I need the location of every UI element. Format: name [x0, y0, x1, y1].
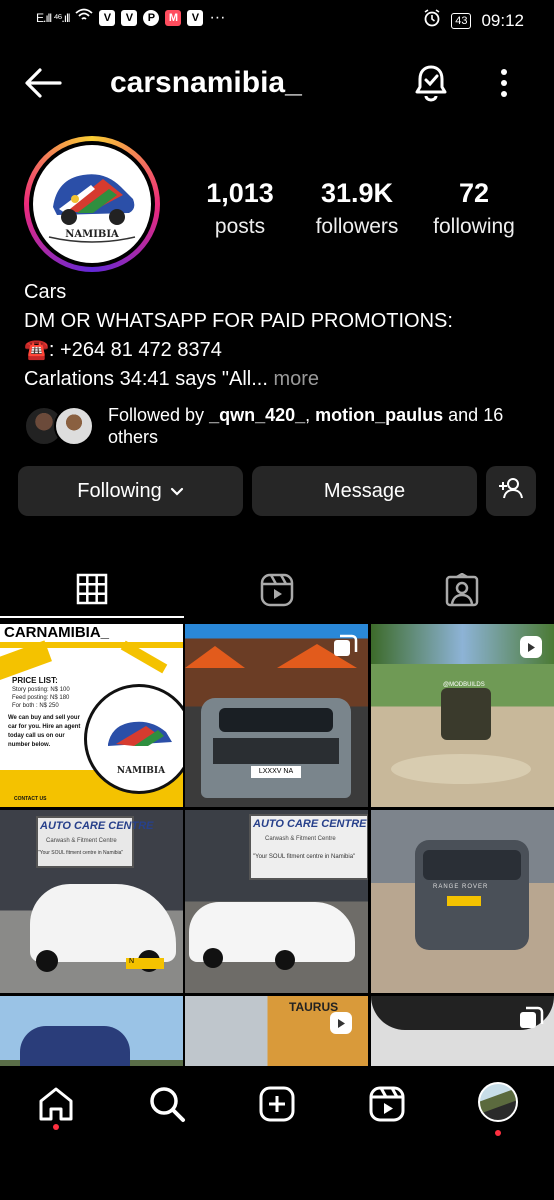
post-sign-tagline: "Your SOUL fitment centre in Namibia": [253, 854, 356, 860]
post-thumbnail[interactable]: LXXXV NA: [185, 624, 368, 807]
notification-bell-icon[interactable]: [412, 63, 450, 103]
home-icon[interactable]: [34, 1082, 78, 1126]
profile-notification-dot: [495, 1130, 501, 1136]
post-thumbnail[interactable]: @MODBUILDS: [371, 624, 554, 807]
battery-icon: 43: [451, 12, 472, 29]
profile-header: carsnamibia_: [0, 55, 554, 111]
following-label: following: [433, 215, 515, 238]
post-thumbnail[interactable]: [371, 996, 554, 1066]
profile-avatar[interactable]: [478, 1082, 518, 1122]
post-sign: AUTO CARE CENTRE: [40, 820, 154, 832]
follower-name: motion_paulus: [315, 405, 444, 425]
followed-by[interactable]: Followed by _qwn_420_, motion_paulus and…: [24, 402, 534, 450]
posts-stat[interactable]: 1,013 posts: [196, 178, 284, 239]
post-plate: N: [126, 958, 164, 969]
status-bar: E.ıll ⁴⁶.ıll V V P M V ··· 43 09:12: [0, 0, 554, 38]
post-thumbnail[interactable]: RANGE ROVER: [371, 810, 554, 993]
suggested-users-button[interactable]: [486, 466, 536, 516]
bio-line: Carlations 34:41 says "All...: [24, 368, 268, 390]
posts-grid: CARNAMIBIA_ NAMIBIA PRICE LIST: Story po…: [0, 624, 554, 1066]
post-flyer-price: For both : N$ 250: [12, 703, 59, 709]
grid-icon: [76, 573, 108, 610]
following-button-label: Following: [77, 479, 162, 502]
avatar-logo-text: NAMIBIA: [65, 229, 119, 240]
alarm-icon: [423, 9, 441, 32]
followed-by-text: Followed by _qwn_420_, motion_paulus and…: [108, 405, 504, 447]
posts-label: posts: [214, 215, 266, 238]
app-badge-icon: V: [99, 9, 116, 26]
following-button[interactable]: Following: [18, 466, 243, 516]
tab-reels[interactable]: [185, 566, 369, 618]
profile-tabs: [0, 566, 554, 618]
bio-category: Cars: [24, 281, 67, 303]
message-button[interactable]: Message: [252, 466, 477, 516]
post-sign: AUTO CARE CENTRE: [253, 818, 367, 830]
bottom-nav: [0, 1066, 554, 1200]
post-sign-sub: Carwash & Fitment Centre: [265, 836, 336, 842]
avatar-story-ring[interactable]: NAMIBIA: [24, 136, 160, 272]
tagged-person-icon: [445, 572, 479, 612]
post-flyer-body: We can buy and sell your car for you. Hi…: [8, 715, 81, 748]
post-thumbnail[interactable]: AUTO CARE CENTRE Carwash & Fitment Centr…: [0, 810, 183, 993]
post-thumbnail[interactable]: TAURUS: [185, 996, 368, 1066]
home-notification-dot: [53, 1124, 59, 1130]
back-arrow-icon[interactable]: [22, 65, 64, 101]
post-watermark: @MODBUILDS: [443, 682, 485, 688]
post-flyer-title: CARNAMIBIA_: [0, 624, 183, 642]
post-sign-tagline: "Your SOUL fitment centre in Namibia": [38, 850, 124, 856]
bio-line: DM OR WHATSAPP FOR PAID PROMOTIONS:: [24, 310, 453, 332]
post-sign-sub: Carwash & Fitment Centre: [46, 838, 117, 844]
chevron-down-icon: [170, 480, 184, 503]
reels-icon[interactable]: [365, 1082, 409, 1126]
post-flyer-price: Story posting: N$ 100: [12, 687, 70, 693]
message-button-label: Message: [323, 479, 406, 502]
app-badge-icon: V: [187, 9, 204, 26]
tab-tagged[interactable]: [370, 566, 554, 618]
clock: 09:12: [481, 10, 524, 30]
more-vertical-icon[interactable]: [492, 65, 516, 101]
app-badge-icon: M: [165, 9, 182, 26]
tab-posts-grid[interactable]: [0, 566, 184, 618]
followers-stat[interactable]: 31.9K followers: [306, 178, 408, 239]
wifi-icon: [75, 8, 94, 27]
post-flyer-contact: CONTACT US: [14, 796, 47, 802]
post-badge-text: RANGE ROVER: [433, 884, 489, 890]
posts-count: 1,013: [206, 178, 274, 208]
post-plate: LXXXV NA: [251, 766, 301, 778]
follower-name: _qwn_420_: [209, 405, 306, 425]
app-badge-icon: V: [121, 9, 138, 26]
post-flyer-price: Feed posting: N$ 180: [12, 695, 70, 701]
reels-badge-icon: [518, 634, 544, 660]
add-user-icon: [498, 476, 524, 506]
post-flyer-heading: PRICE LIST:: [12, 676, 58, 685]
following-stat[interactable]: 72 following: [426, 178, 522, 239]
post-thumbnail[interactable]: [0, 996, 183, 1066]
followers-label: followers: [315, 215, 399, 238]
post-thumbnail[interactable]: AUTO CARE CENTRE Carwash & Fitment Centr…: [185, 810, 368, 993]
more-notifications-icon: ···: [209, 8, 226, 26]
multiple-photos-icon: [518, 1006, 544, 1032]
followers-count: 31.9K: [320, 178, 394, 208]
bio-phone[interactable]: ☎️: +264 81 472 8374: [24, 336, 534, 365]
pinterest-icon: P: [143, 9, 160, 26]
reels-badge-icon: [328, 1010, 354, 1036]
page-title: carsnamibia_: [110, 66, 302, 99]
multiple-photos-icon: [332, 634, 358, 660]
post-thumbnail[interactable]: CARNAMIBIA_ NAMIBIA PRICE LIST: Story po…: [0, 624, 183, 807]
signal-icon: E.ıll ⁴⁶.ıll: [36, 10, 70, 25]
search-icon[interactable]: [145, 1082, 189, 1126]
profile-bio: Cars DM OR WHATSAPP FOR PAID PROMOTIONS:…: [24, 278, 534, 394]
reels-icon: [260, 573, 294, 612]
post-flyer-logo: NAMIBIA: [116, 766, 166, 776]
following-count: 72: [458, 178, 490, 208]
avatar: NAMIBIA: [33, 145, 151, 263]
create-icon[interactable]: [255, 1082, 299, 1126]
bio-more-link[interactable]: more: [273, 368, 319, 390]
follower-avatar: [54, 406, 94, 446]
